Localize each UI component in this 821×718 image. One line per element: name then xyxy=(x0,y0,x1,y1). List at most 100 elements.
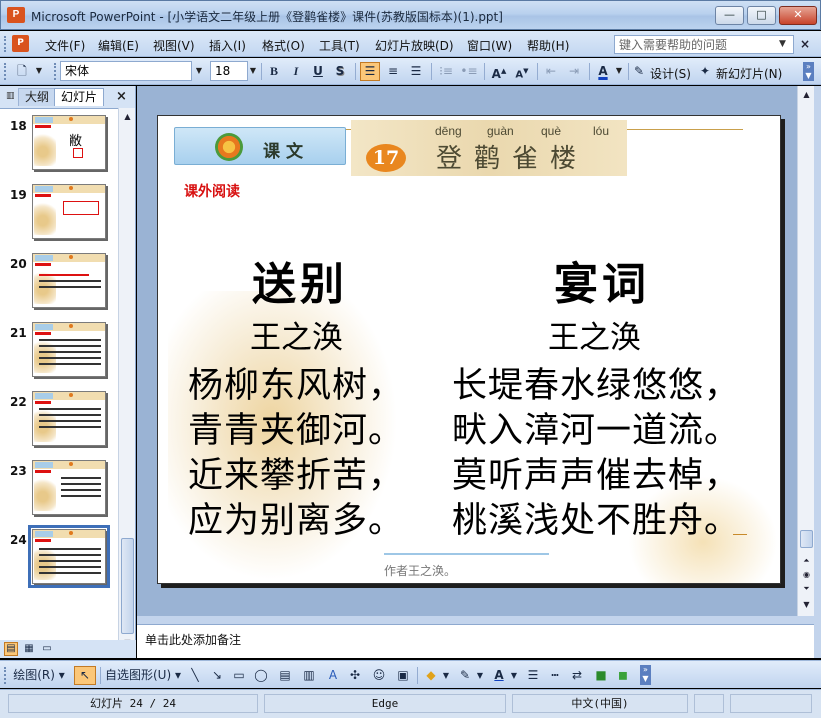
select-object-icon[interactable]: ◉ xyxy=(800,568,813,582)
minimize-button[interactable]: — xyxy=(715,6,744,25)
menu-help[interactable]: 帮助(H) xyxy=(527,37,569,54)
design-button[interactable]: 设计(S) xyxy=(650,65,691,82)
arrow-style-icon[interactable]: ⇄ xyxy=(568,666,586,685)
decrease-indent-icon[interactable]: ⇤ xyxy=(541,62,561,81)
oval-icon[interactable]: ◯ xyxy=(252,666,270,685)
menu-edit[interactable]: 编辑(E) xyxy=(98,37,139,54)
menu-file[interactable]: 文件(F) xyxy=(45,37,85,54)
wordart-icon[interactable]: A xyxy=(324,666,342,685)
document-icon[interactable]: P xyxy=(12,35,29,52)
increase-font-icon[interactable]: A▲ xyxy=(489,62,509,81)
draw-menu-button[interactable]: 绘图(R) ▾ xyxy=(10,666,68,685)
align-right-icon[interactable]: ☰ xyxy=(406,62,426,81)
close-document-button[interactable]: × xyxy=(800,37,810,51)
tab-outline[interactable]: 大纲 xyxy=(18,88,57,106)
align-center-icon[interactable]: ≡ xyxy=(383,62,403,81)
scrollbar-thumb[interactable] xyxy=(121,538,134,634)
chevron-down-icon[interactable]: ▼ xyxy=(32,62,46,80)
slide-thumbnail-24[interactable] xyxy=(28,525,110,588)
chevron-down-icon[interactable]: ▼ xyxy=(246,62,260,80)
align-left-icon[interactable]: ☰ xyxy=(360,62,380,81)
menu-view[interactable]: 视图(V) xyxy=(153,37,195,54)
menu-window[interactable]: 窗口(W) xyxy=(467,37,512,54)
menu-format[interactable]: 格式(O) xyxy=(262,37,305,54)
previous-slide-icon[interactable]: ⏶ xyxy=(800,554,813,568)
chevron-down-icon[interactable]: ▼ xyxy=(475,666,485,685)
design-icon[interactable]: ✎ xyxy=(632,62,646,81)
italic-button[interactable]: I xyxy=(286,62,306,81)
scroll-down-icon[interactable]: ▼ xyxy=(800,598,813,612)
autoshapes-menu-button[interactable]: 自选图形(U) ▾ xyxy=(104,666,182,685)
font-size-field[interactable]: 18 xyxy=(210,61,248,81)
arrow-icon[interactable]: ↘ xyxy=(208,666,226,685)
shadow-button[interactable]: S xyxy=(330,62,350,81)
textbox-icon[interactable]: ▤ xyxy=(276,666,294,685)
thumbnail-scrollbar[interactable]: ▲ ▼ xyxy=(118,108,135,654)
bold-button[interactable]: B xyxy=(264,62,284,81)
toolbar-grip[interactable] xyxy=(4,63,7,80)
chevron-down-icon[interactable]: ▼ xyxy=(192,62,206,80)
underline-button[interactable]: U xyxy=(308,62,328,81)
decrease-font-icon[interactable]: A▼ xyxy=(512,62,532,81)
slide-number: 24 xyxy=(10,533,27,547)
new-document-icon[interactable]: 🗋 xyxy=(12,62,32,81)
scrollbar-thumb[interactable] xyxy=(800,530,813,548)
rectangle-icon[interactable]: ▭ xyxy=(230,666,248,685)
chevron-down-icon[interactable]: ▼ xyxy=(779,39,786,49)
slideshow-icon[interactable]: ▭ xyxy=(40,642,54,656)
notes-pane[interactable]: 单击此处添加备注 xyxy=(137,624,814,658)
chevron-down-icon[interactable]: ▼ xyxy=(612,62,626,80)
fill-color-icon[interactable]: ◆ xyxy=(422,666,440,685)
slide-thumbnail-21[interactable] xyxy=(32,322,106,377)
select-pointer-icon[interactable]: ↖ xyxy=(74,666,96,685)
notes-splitter[interactable] xyxy=(137,616,814,624)
menu-slideshow[interactable]: 幻灯片放映(D) xyxy=(375,37,454,54)
numbered-list-icon[interactable]: ⁝≡ xyxy=(436,62,456,81)
slide-thumbnail-19[interactable] xyxy=(32,184,106,239)
diagram-icon[interactable]: ✣ xyxy=(346,666,364,685)
menu-tools[interactable]: 工具(T) xyxy=(319,37,360,54)
tab-slides[interactable]: 幻灯片 xyxy=(54,88,105,106)
picture-icon[interactable]: ▣ xyxy=(394,666,412,685)
menu-insert[interactable]: 插入(I) xyxy=(209,37,246,54)
new-slide-button[interactable]: 新幻灯片(N) xyxy=(716,65,782,82)
toolbar-options-icon[interactable]: » ▼ xyxy=(640,665,651,685)
bullet-list-icon[interactable]: •≡ xyxy=(459,62,479,81)
font-color-icon[interactable]: A xyxy=(490,666,508,685)
scroll-up-icon[interactable]: ▲ xyxy=(800,88,813,102)
font-name-field[interactable]: 宋体 xyxy=(60,61,192,81)
dash-style-icon[interactable]: ┅ xyxy=(546,666,564,685)
vertical-textbox-icon[interactable]: ▥ xyxy=(300,666,318,685)
toolbar-grip[interactable] xyxy=(4,667,7,684)
slide-sorter-icon[interactable]: ▦ xyxy=(22,642,36,656)
normal-view-icon[interactable]: ▤ xyxy=(4,642,18,656)
3d-style-icon[interactable]: ◼ xyxy=(614,666,632,685)
new-slide-icon[interactable]: ✦ xyxy=(698,62,712,81)
close-button[interactable]: ✕ xyxy=(779,6,817,25)
scroll-up-icon[interactable]: ▲ xyxy=(121,110,134,124)
next-slide-icon[interactable]: ⏷ xyxy=(800,582,813,596)
shadow-style-icon[interactable]: ■ xyxy=(592,666,610,685)
chevron-down-icon[interactable]: ▼ xyxy=(441,666,451,685)
toolbar-options-icon[interactable]: » ▼ xyxy=(803,62,814,81)
slide-canvas[interactable]: 课文 17 dēng guàn què lóu 登鹳雀楼 课外阅读 送别 王之涣… xyxy=(157,115,781,584)
toolbar-grip[interactable] xyxy=(54,63,57,80)
window-edge xyxy=(814,86,821,658)
font-color-button[interactable]: A xyxy=(593,62,613,81)
menu-grip[interactable] xyxy=(4,36,7,52)
help-search-input[interactable]: 键入需要帮助的问题 xyxy=(614,35,794,54)
maximize-button[interactable]: □ xyxy=(747,6,776,25)
slide-thumbnail-20[interactable] xyxy=(32,253,106,308)
slide-thumbnail-18[interactable]: 敝 xyxy=(32,115,106,170)
close-icon[interactable]: × xyxy=(116,89,127,104)
line-color-icon[interactable]: ✎ xyxy=(456,666,474,685)
chevron-down-icon[interactable]: ▼ xyxy=(509,666,519,685)
slide-scrollbar[interactable]: ▲ ⏶ ◉ ⏷ ▼ xyxy=(797,86,814,616)
line-style-icon[interactable]: ☰ xyxy=(524,666,542,685)
slide-thumbnail-23[interactable] xyxy=(32,460,106,515)
line-icon[interactable]: ╲ xyxy=(186,666,204,685)
slide-thumbnail-22[interactable] xyxy=(32,391,106,446)
powerpoint-app-icon[interactable]: P xyxy=(7,7,25,23)
clipart-icon[interactable]: ☺ xyxy=(370,666,388,685)
increase-indent-icon[interactable]: ⇥ xyxy=(564,62,584,81)
